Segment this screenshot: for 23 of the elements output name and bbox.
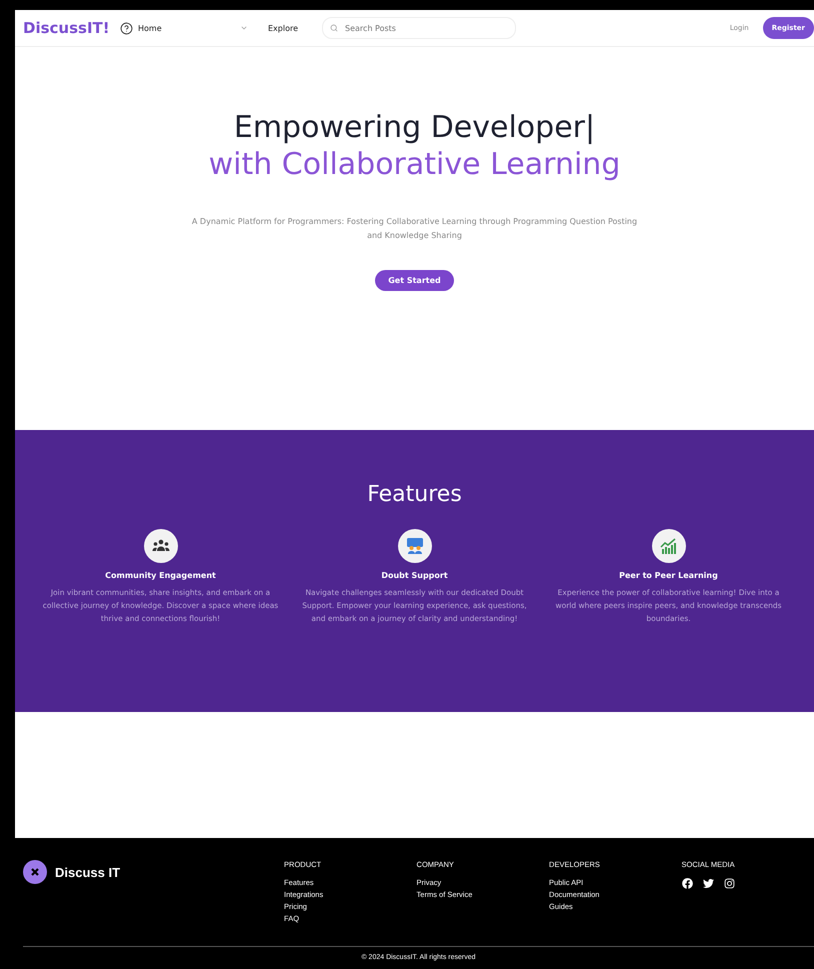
- home-link[interactable]: Home: [120, 22, 162, 34]
- feature-title: Community Engagement: [105, 571, 216, 580]
- feature-title: Peer to Peer Learning: [619, 571, 718, 580]
- explore-link[interactable]: Explore: [268, 24, 298, 32]
- hero-title: Empowering Developer|: [234, 109, 596, 146]
- feature-title: Doubt Support: [381, 571, 448, 580]
- instagram-icon[interactable]: [724, 878, 735, 889]
- bar-chart-growth-icon: [660, 538, 678, 554]
- help-circle-icon: [120, 22, 133, 34]
- facebook-icon[interactable]: [682, 878, 693, 889]
- twitter-icon[interactable]: [702, 878, 714, 889]
- hero-subtitle: A Dynamic Platform for Programmers: Fostering Collaborative Learning through Programming Question Posting and Knowledge Sharing: [190, 216, 638, 242]
- site-logo[interactable]: DiscussIT!: [23, 19, 120, 37]
- chevron-down-icon[interactable]: [240, 24, 248, 32]
- get-started-button[interactable]: Get Started: [375, 270, 454, 291]
- features-heading: Features: [367, 482, 462, 507]
- footer-brand-name: Discuss IT: [55, 864, 120, 880]
- search-field[interactable]: Search Posts: [322, 17, 516, 39]
- people-group-icon: [152, 539, 170, 553]
- brand-logo-icon: [23, 860, 47, 884]
- chat-people-icon: [406, 537, 424, 555]
- search-icon: [330, 24, 338, 32]
- hero-title-highlight: with Collaborative Learning: [208, 146, 620, 183]
